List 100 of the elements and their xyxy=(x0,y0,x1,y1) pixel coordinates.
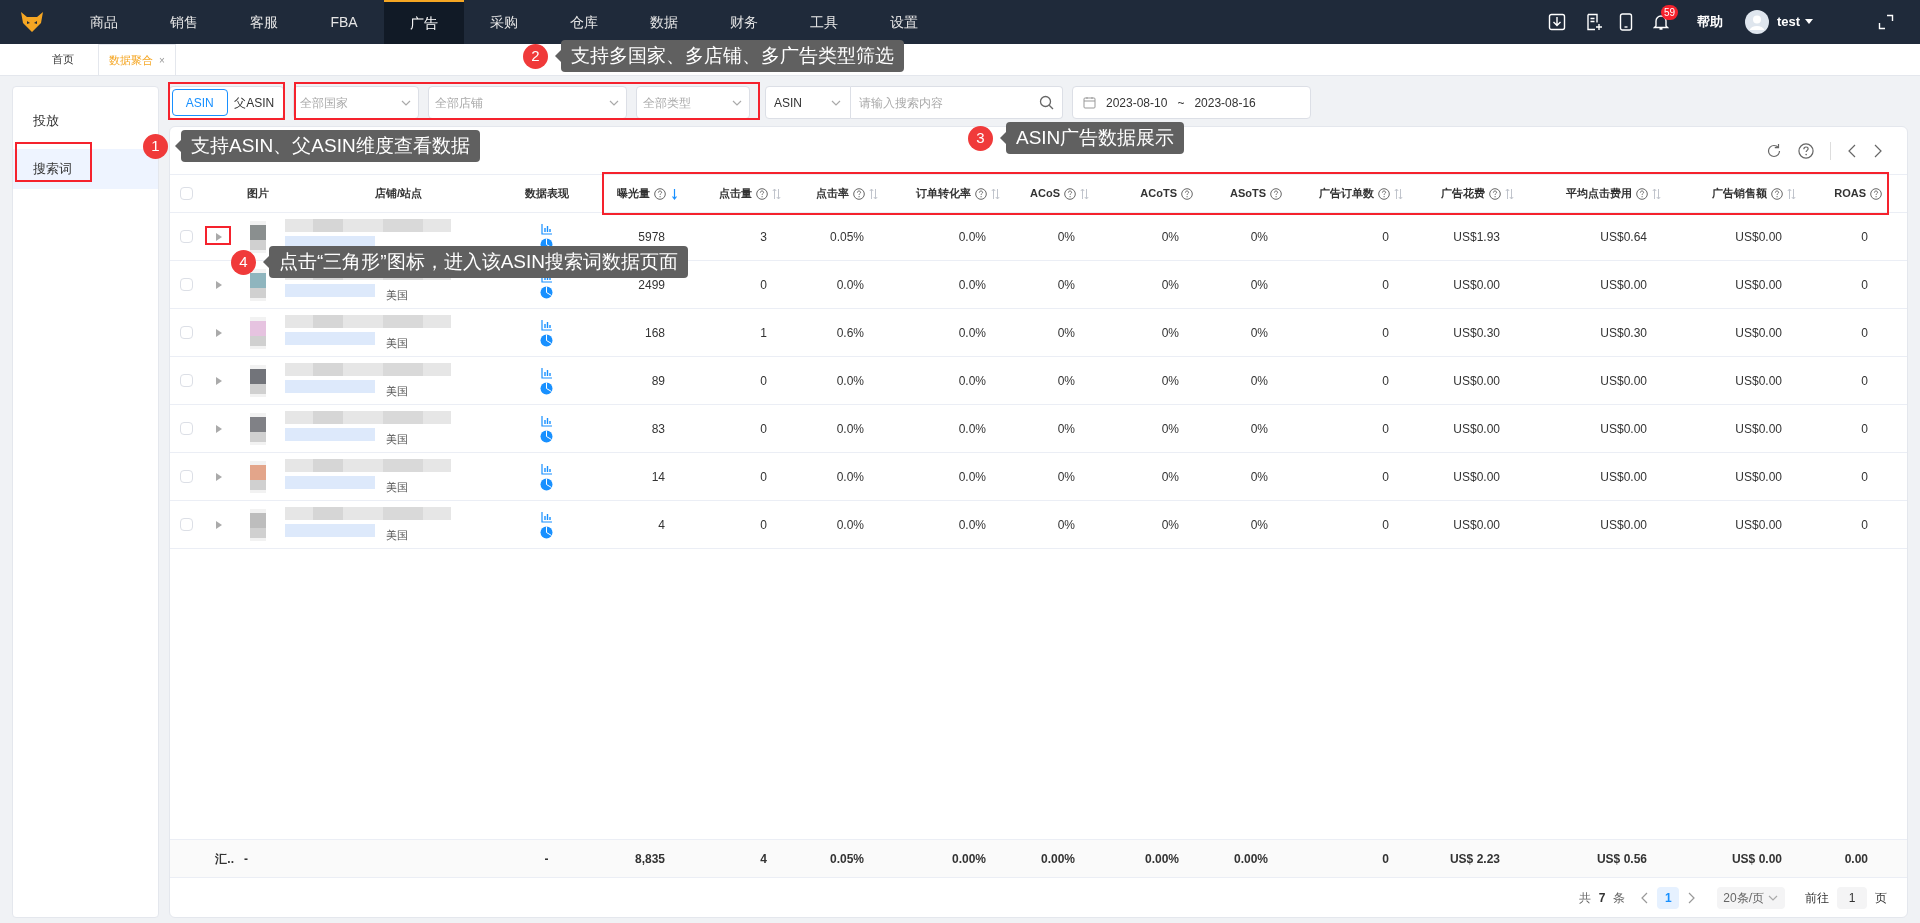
expand-triangle-icon[interactable] xyxy=(214,231,223,242)
pie-chart-icon[interactable] xyxy=(540,477,553,491)
help-icon[interactable] xyxy=(975,187,987,200)
table-cell-text: 0.00% xyxy=(1233,850,1268,868)
sort-descending-icon[interactable] xyxy=(670,187,679,200)
pie-chart-icon[interactable] xyxy=(540,285,553,299)
next-page-icon[interactable] xyxy=(1687,891,1696,904)
checkbox[interactable] xyxy=(180,230,193,243)
bar-chart-icon[interactable] xyxy=(540,366,553,379)
bar-chart-icon[interactable] xyxy=(540,414,553,427)
table-cell-text: US$0.00 xyxy=(1453,468,1500,486)
column-header[interactable]: 曝光量 xyxy=(617,185,650,202)
checkbox[interactable] xyxy=(180,374,193,387)
page-input[interactable]: 1 xyxy=(1837,886,1867,909)
bar-chart-icon[interactable] xyxy=(540,318,553,331)
fox-logo-icon[interactable] xyxy=(20,11,44,33)
checkbox[interactable] xyxy=(180,187,193,200)
sort-icon[interactable] xyxy=(1787,187,1796,200)
download-icon[interactable] xyxy=(1547,13,1566,31)
sort-icon[interactable] xyxy=(772,187,781,200)
help-icon[interactable] xyxy=(1181,187,1193,200)
column-header[interactable]: ROAS xyxy=(1834,185,1866,202)
search-icon[interactable] xyxy=(1039,95,1054,110)
bar-chart-icon[interactable] xyxy=(540,510,553,523)
nav-item[interactable]: FBA xyxy=(304,0,384,44)
help-icon[interactable] xyxy=(1064,187,1076,200)
help-icon[interactable] xyxy=(853,187,865,200)
expand-triangle-icon[interactable] xyxy=(214,519,223,530)
nav-item[interactable]: 销售 xyxy=(144,0,224,44)
sort-icon[interactable] xyxy=(1505,187,1514,200)
table-cell-text: 0% xyxy=(1161,516,1179,534)
help-icon[interactable] xyxy=(1636,187,1648,200)
search-field[interactable]: 请输入搜索内容 xyxy=(851,86,1063,119)
column-header[interactable]: 广告花费 xyxy=(1441,185,1485,202)
pie-chart-icon[interactable] xyxy=(540,525,553,539)
table-cell-text: 0.0% xyxy=(958,276,986,294)
pie-chart-icon[interactable] xyxy=(540,381,553,395)
pie-chart-icon[interactable] xyxy=(540,429,553,443)
nav-item[interactable]: 商品 xyxy=(64,0,144,44)
column-header[interactable]: 平均点击费用 xyxy=(1566,185,1632,202)
page-tab[interactable]: 首页 xyxy=(27,44,98,75)
help-icon[interactable] xyxy=(1771,187,1783,200)
document-add-icon[interactable] xyxy=(1584,13,1603,31)
checkbox[interactable] xyxy=(180,422,193,435)
column-header[interactable]: 数据表现 xyxy=(524,185,569,202)
column-header[interactable]: 店铺/站点 xyxy=(374,185,423,202)
column-header[interactable]: 广告订单数 xyxy=(1319,185,1374,202)
date-range-field[interactable]: 2023-08-10 ~ 2023-08-16 xyxy=(1072,86,1311,119)
chevron-left-icon[interactable] xyxy=(1847,142,1857,159)
help-icon[interactable] xyxy=(756,187,768,200)
column-header[interactable]: ACoS xyxy=(1030,185,1060,202)
fullscreen-icon[interactable] xyxy=(1878,14,1894,30)
page-size-select[interactable]: 20条/页 xyxy=(1717,886,1785,909)
expand-triangle-icon[interactable] xyxy=(214,279,223,290)
column-header[interactable]: ASoTS xyxy=(1229,185,1266,202)
phone-icon[interactable] xyxy=(1618,13,1633,31)
column-header[interactable]: 图片 xyxy=(246,185,269,202)
nav-item[interactable]: 广告 xyxy=(384,0,464,44)
sort-icon[interactable] xyxy=(1652,187,1661,200)
table-cell-text: 0% xyxy=(1250,372,1268,390)
help-icon[interactable] xyxy=(1378,187,1390,200)
sort-icon[interactable] xyxy=(1394,187,1403,200)
help-icon[interactable] xyxy=(1270,187,1282,200)
checkbox[interactable] xyxy=(180,326,193,339)
avatar-icon[interactable] xyxy=(1744,10,1769,34)
table-cell-text: 0% xyxy=(1161,468,1179,486)
refresh-icon[interactable] xyxy=(1766,142,1782,159)
expand-triangle-icon[interactable] xyxy=(214,327,223,338)
column-header[interactable]: 点击率 xyxy=(816,185,849,202)
table-cell-text: 0% xyxy=(1057,516,1075,534)
checkbox[interactable] xyxy=(180,278,193,291)
expand-triangle-icon[interactable] xyxy=(214,423,223,434)
nav-item[interactable]: 采购 xyxy=(464,0,544,44)
help-icon[interactable] xyxy=(654,187,666,200)
checkbox[interactable] xyxy=(180,518,193,531)
expand-triangle-icon[interactable] xyxy=(214,471,223,482)
sort-icon[interactable] xyxy=(1080,187,1089,200)
sort-icon[interactable] xyxy=(991,187,1000,200)
column-header[interactable]: 订单转化率 xyxy=(916,185,971,202)
previous-page-icon[interactable] xyxy=(1641,891,1650,904)
help-link[interactable]: 帮助 xyxy=(1696,12,1723,32)
column-header[interactable]: ACoTS xyxy=(1140,185,1177,202)
chevron-right-icon[interactable] xyxy=(1873,142,1883,159)
expand-triangle-icon[interactable] xyxy=(214,375,223,386)
help-icon[interactable] xyxy=(1489,187,1501,200)
table-cell-text: US$0.00 xyxy=(1453,516,1500,534)
bar-chart-icon[interactable] xyxy=(540,462,553,475)
pie-chart-icon[interactable] xyxy=(540,333,553,347)
search-type-select[interactable]: ASIN xyxy=(765,86,851,119)
bar-chart-icon[interactable] xyxy=(540,222,553,235)
column-header[interactable]: 广告销售额 xyxy=(1712,185,1767,202)
user-name[interactable]: test xyxy=(1776,12,1800,32)
help-icon[interactable] xyxy=(1870,187,1882,200)
sort-icon[interactable] xyxy=(869,187,878,200)
nav-item[interactable]: 客服 xyxy=(224,0,304,44)
dimension-toggle[interactable]: 父ASIN xyxy=(227,89,281,116)
help-icon[interactable] xyxy=(1798,142,1814,159)
caret-icon[interactable] xyxy=(1804,18,1814,26)
checkbox[interactable] xyxy=(180,470,193,483)
column-header[interactable]: 点击量 xyxy=(719,185,752,202)
